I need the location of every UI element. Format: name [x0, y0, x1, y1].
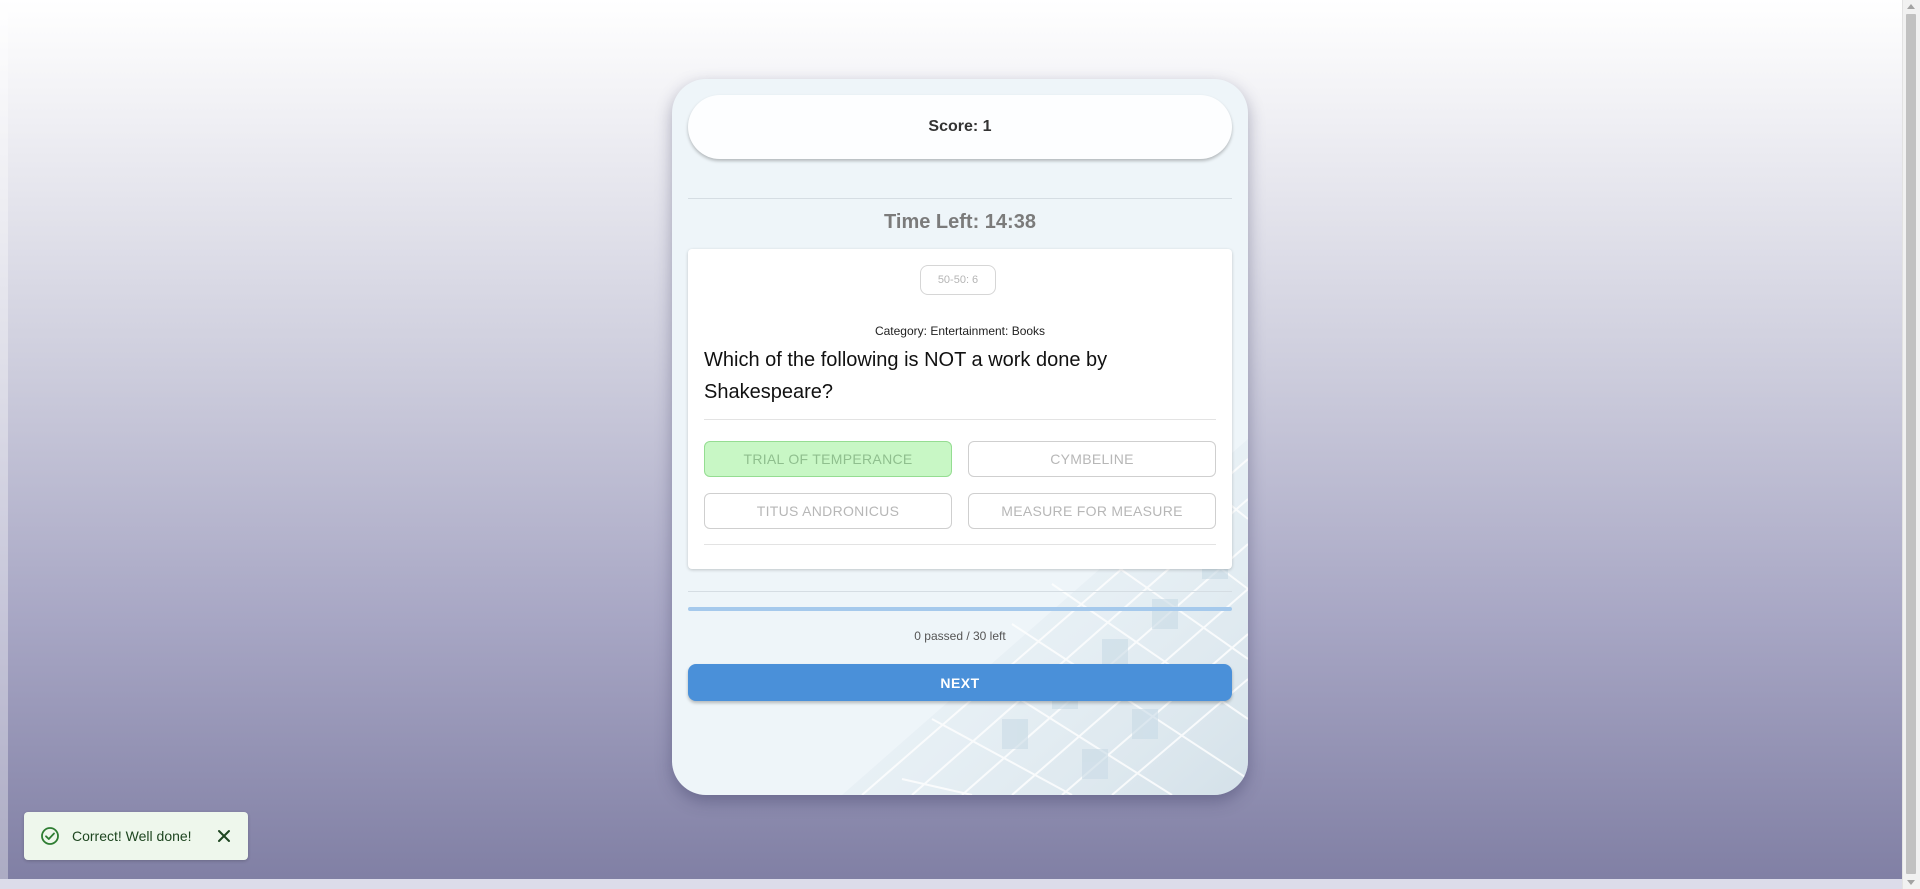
answer-option-4[interactable]: MEASURE FOR MEASURE	[968, 493, 1216, 529]
scroll-up-arrow-icon[interactable]	[1907, 4, 1915, 9]
fifty-fifty-button[interactable]: 50-50: 6	[920, 265, 996, 295]
answers-divider	[704, 544, 1216, 545]
answer-option-3[interactable]: TITUS ANDRONICUS	[704, 493, 952, 529]
next-button[interactable]: NEXT	[688, 664, 1232, 701]
question-category: Category: Entertainment: Books	[874, 324, 1046, 338]
score-divider	[688, 198, 1232, 199]
quiz-card: Score: 1 Time Left: 14:38 50-50: 6 Categ…	[672, 79, 1248, 795]
scroll-down-arrow-icon[interactable]	[1907, 880, 1915, 885]
answer-option-1[interactable]: TRIAL OF TEMPERANCE	[704, 441, 952, 477]
question-card: 50-50: 6 Category: Entertainment: Books …	[688, 249, 1232, 569]
question-text: Which of the following is NOT a work don…	[704, 349, 1108, 403]
progress-divider	[688, 591, 1232, 592]
progress-bar	[688, 607, 1232, 611]
passed-counter: 0 passed / 30 left	[914, 629, 1006, 643]
scroll-thumb[interactable]	[1906, 14, 1916, 874]
question-divider	[704, 419, 1216, 420]
time-left: Time Left: 14:38	[884, 211, 1036, 233]
page-left-edge	[0, 0, 8, 889]
close-icon[interactable]	[216, 828, 232, 844]
bottom-strip	[0, 879, 1903, 889]
check-circle-icon	[41, 827, 59, 845]
toast-message: Correct! Well done!	[72, 828, 192, 844]
score-display: Score: 1	[688, 95, 1232, 159]
answer-option-2[interactable]: CYMBELINE	[968, 441, 1216, 477]
vertical-scrollbar[interactable]	[1902, 0, 1920, 889]
success-toast: Correct! Well done!	[24, 812, 248, 860]
